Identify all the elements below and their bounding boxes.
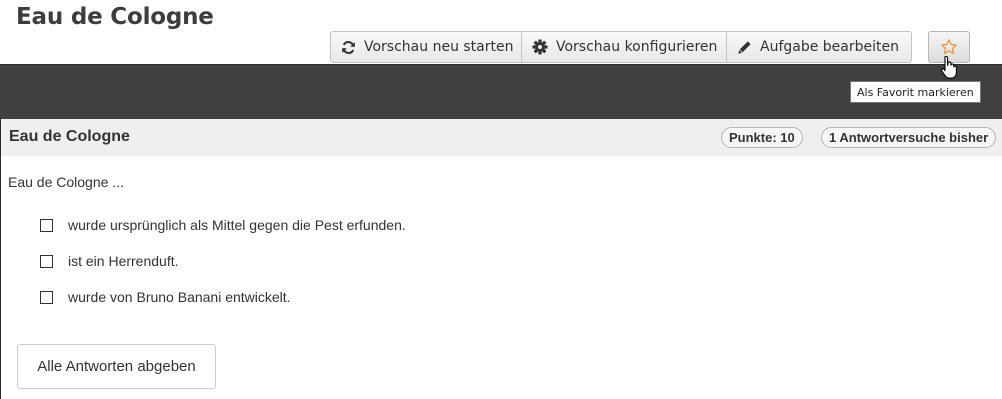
answer-checkbox[interactable] xyxy=(40,254,53,268)
configure-preview-button[interactable]: Vorschau konfigurieren xyxy=(521,31,731,63)
answer-label: wurde ursprünglich als Mittel gegen die … xyxy=(68,217,406,233)
answer-option[interactable]: ist ein Herrenduft. xyxy=(40,253,179,269)
star-icon xyxy=(941,39,957,55)
question-text: Eau de Cologne ... xyxy=(8,174,124,190)
configure-preview-label: Vorschau konfigurieren xyxy=(556,39,718,55)
gear-icon xyxy=(532,39,548,55)
answer-checkbox[interactable] xyxy=(40,290,53,304)
answer-option[interactable]: wurde ursprünglich als Mittel gegen die … xyxy=(40,217,406,233)
answer-label: ist ein Herrenduft. xyxy=(68,253,179,269)
favorite-tooltip: Als Favorit markieren xyxy=(850,81,981,103)
page-title: Eau de Cologne xyxy=(16,4,214,30)
answer-option[interactable]: wurde von Bruno Banani entwickelt. xyxy=(40,289,291,305)
question-title: Eau de Cologne xyxy=(9,128,130,145)
restart-preview-button[interactable]: Vorschau neu starten xyxy=(330,31,527,63)
edit-task-label: Aufgabe bearbeiten xyxy=(760,39,899,55)
answer-label: wurde von Bruno Banani entwickelt. xyxy=(68,289,291,305)
restart-preview-label: Vorschau neu starten xyxy=(364,39,514,55)
submit-answers-button[interactable]: Alle Antworten abgeben xyxy=(17,344,216,389)
pencil-icon xyxy=(738,40,751,54)
answer-checkbox[interactable] xyxy=(40,218,53,232)
points-badge: Punkte: 10 xyxy=(721,127,803,148)
hand-cursor-icon xyxy=(940,55,957,79)
attempts-badge: 1 Antwortversuche bisher xyxy=(821,127,997,148)
question-header: Eau de Cologne Punkte: 10 1 Antwortversu… xyxy=(1,119,1002,156)
refresh-icon xyxy=(342,40,355,54)
edit-task-button[interactable]: Aufgabe bearbeiten xyxy=(726,31,912,63)
